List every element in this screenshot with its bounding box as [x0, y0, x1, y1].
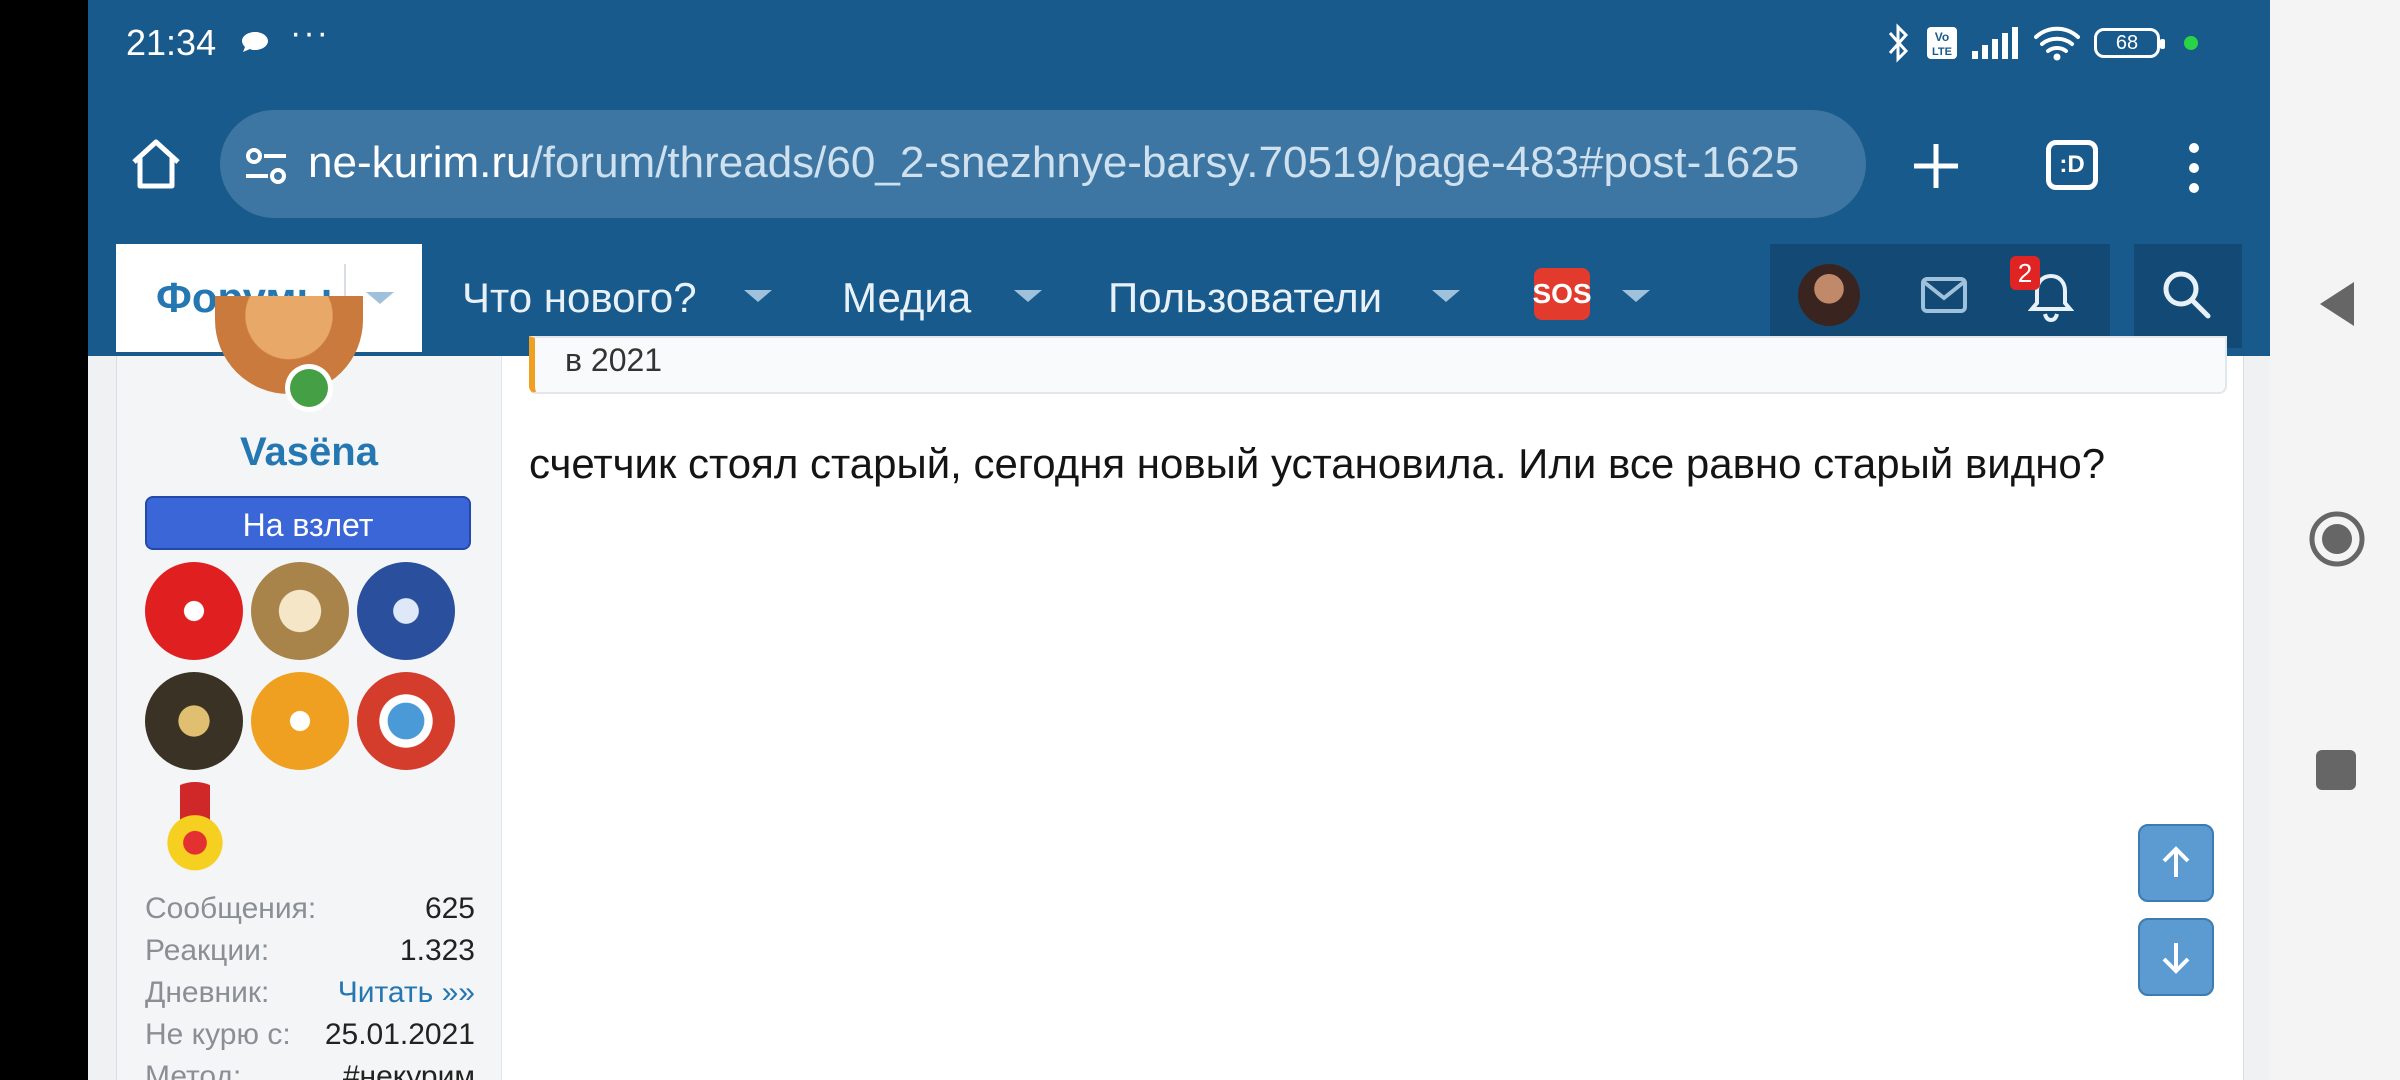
- stat-value: #некурим: [342, 1060, 475, 1080]
- diary-link[interactable]: Читать »»: [338, 976, 475, 1018]
- quote-text: в 2021: [565, 342, 663, 378]
- bluetooth-icon: [1888, 23, 1909, 63]
- stat-label: Метод:: [145, 1060, 242, 1080]
- medal-trophy-icon[interactable]: [157, 782, 233, 880]
- stat-row: Сообщения: 625: [145, 892, 475, 934]
- browser-menu-icon[interactable]: [2186, 140, 2202, 196]
- scroll-bottom-button[interactable]: [2138, 918, 2214, 996]
- notification-badge: 2: [2010, 256, 2040, 290]
- stat-label: Дневник:: [145, 976, 270, 1009]
- battery-icon: 68: [2094, 28, 2165, 58]
- browser-screen: 21:34 ··· Vo LTE 68 ne-kurim.ru/forum/thr…: [88, 0, 2270, 1080]
- sos-label: SOS: [1532, 278, 1592, 309]
- more-notifications-icon: ···: [290, 14, 330, 52]
- author-name[interactable]: Vasëna: [117, 430, 501, 475]
- stat-value: 25.01.2021: [324, 1018, 475, 1051]
- signal-icon: [1972, 27, 2018, 59]
- mail-icon[interactable]: [1920, 276, 1968, 314]
- volte-icon: Vo LTE: [1927, 27, 1957, 59]
- stat-row: Реакции: 1.323: [145, 934, 475, 976]
- arrow-down-icon: [2162, 943, 2190, 974]
- status-bar: 21:34 ··· Vo LTE 68: [88, 0, 2270, 86]
- arrow-up-icon: [2162, 846, 2190, 877]
- author-stats: Сообщения: 625 Реакции: 1.323 Дневник: Чита…: [145, 892, 475, 1080]
- tab-members[interactable]: Пользователи: [1108, 274, 1382, 322]
- scroll-top-button[interactable]: [2138, 824, 2214, 902]
- people-trophy-icon[interactable]: [357, 562, 455, 660]
- wifi-icon: [2034, 26, 2080, 61]
- svg-text:Vo: Vo: [1935, 30, 1949, 44]
- site-settings-icon[interactable]: [244, 146, 288, 186]
- user-title-badge: На взлет: [145, 496, 471, 550]
- clock: 21:34: [126, 22, 217, 63]
- home-icon[interactable]: [128, 136, 184, 192]
- address-bar[interactable]: ne-kurim.ru/forum/threads/60_2-snezhnye-…: [220, 110, 1866, 218]
- post-message: счетчик стоял старый, сегодня новый уста…: [529, 440, 2106, 487]
- cup-trophy-icon[interactable]: [145, 672, 243, 770]
- stat-value: 625: [424, 892, 475, 925]
- tab-switcher-button[interactable]: :D: [2046, 140, 2098, 190]
- url-host: ne-kurim.ru: [308, 138, 531, 187]
- stat-label: Не курю с:: [145, 1018, 291, 1051]
- tab-switcher-label: :D: [2059, 151, 2085, 178]
- stat-label: Сообщения:: [145, 892, 317, 925]
- address-bar-row: ne-kurim.ru/forum/threads/60_2-snezhnye-…: [88, 100, 2270, 218]
- heart-trophy-icon[interactable]: [145, 562, 243, 660]
- home-nav-icon[interactable]: [2308, 510, 2366, 568]
- recents-icon[interactable]: [2316, 750, 2356, 790]
- chat-notification-icon: [242, 32, 268, 52]
- search-icon[interactable]: [2160, 268, 2212, 320]
- chevron-down-icon[interactable]: [744, 290, 772, 302]
- sos-icon[interactable]: SOS: [1532, 268, 1592, 320]
- post-author-sidebar: Vasëna На взлет Сообщения: 625 Реакции: 1.…: [117, 296, 502, 1080]
- new-tab-icon[interactable]: [1906, 136, 1966, 196]
- chevron-down-icon[interactable]: [366, 292, 394, 304]
- tab-media[interactable]: Медиа: [842, 274, 971, 322]
- post-card: Vasëna На взлет Сообщения: 625 Реакции: 1.…: [116, 296, 2244, 1080]
- privacy-indicator: [2184, 36, 2198, 50]
- quote-block: в 2021: [529, 336, 2227, 394]
- stat-row: Метод: #некурим: [145, 1060, 475, 1080]
- screen-bezel: [0, 0, 88, 1080]
- chevron-down-icon[interactable]: [1432, 290, 1460, 302]
- url-text[interactable]: ne-kurim.ru/forum/threads/60_2-snezhnye-…: [308, 138, 1799, 188]
- tab-whats-new[interactable]: Что нового?: [462, 274, 697, 322]
- battery-level: 68: [2115, 31, 2139, 54]
- online-status-icon: [285, 364, 333, 412]
- chevron-down-icon[interactable]: [1014, 290, 1042, 302]
- avatar[interactable]: [1798, 264, 1860, 326]
- camera-trophy-icon[interactable]: [357, 672, 455, 770]
- chef-trophy-icon[interactable]: [251, 672, 349, 770]
- stat-row: Не курю с: 25.01.2021: [145, 1018, 475, 1060]
- svg-text:LTE: LTE: [1932, 46, 1952, 58]
- stat-label: Реакции:: [145, 934, 270, 967]
- system-navigation-bar: [2270, 0, 2400, 1080]
- stat-value: 1.323: [399, 934, 475, 967]
- browser-chrome: 21:34 ··· Vo LTE 68 ne-kurim.ru/forum/thr…: [88, 0, 2270, 240]
- back-icon[interactable]: [2316, 278, 2358, 330]
- clock-trophy-icon[interactable]: [251, 562, 349, 660]
- stat-row: Дневник: Читать »»: [145, 976, 475, 1018]
- status-icons: Vo LTE 68: [1884, 20, 2198, 66]
- url-path: /forum/threads/60_2-snezhnye-barsy.70519…: [530, 138, 1800, 187]
- chevron-down-icon[interactable]: [1622, 290, 1650, 302]
